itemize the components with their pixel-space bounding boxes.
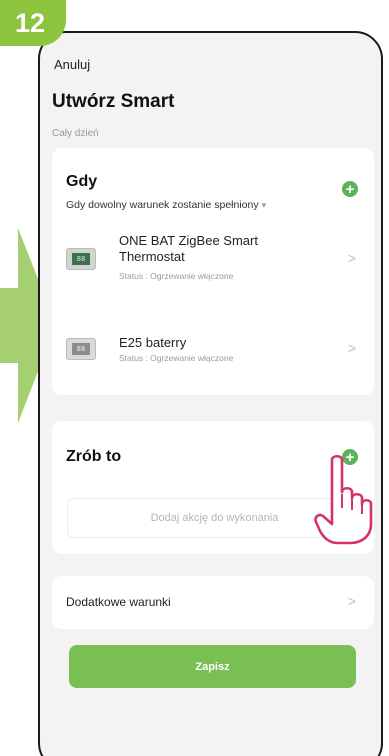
when-section-title: Gdy — [66, 173, 98, 190]
chevron-down-icon: ▾ — [261, 200, 267, 210]
do-section-title: Zrób to — [66, 448, 122, 465]
condition-mode-selector[interactable]: Gdy dowolny warunek zostanie spełniony ▾ — [66, 199, 266, 211]
page-title: Utwórz Smart — [52, 91, 175, 112]
device-name: E25 baterry — [119, 335, 187, 350]
extra-conditions-row[interactable]: Dodatkowe warunki > — [52, 576, 374, 629]
thermostat-display: 88 — [72, 253, 90, 265]
device-status: Status : Ogrzewanie włączone — [119, 271, 234, 281]
thermostat-thumbnail-icon: 88 — [66, 248, 96, 270]
condition-device-row[interactable]: 88 ONE BAT ZigBee Smart Thermostat Statu… — [52, 233, 374, 293]
when-card: Gdy + Gdy dowolny warunek zostanie spełn… — [52, 148, 374, 395]
save-button[interactable]: Zapisz — [69, 645, 356, 688]
condition-device-row[interactable]: 88 E25 baterry Status : Ogrzewanie włącz… — [52, 325, 374, 385]
chevron-right-icon: > — [347, 593, 356, 609]
thermostat-display: 88 — [72, 343, 90, 355]
device-name: ONE BAT ZigBee Smart Thermostat — [119, 233, 258, 264]
phone-frame: Anuluj Utwórz Smart Cały dzień Gdy + Gdy… — [38, 31, 383, 756]
device-status: Status : Ogrzewanie włączone — [119, 353, 234, 363]
step-number-badge: 12 — [0, 0, 66, 46]
chevron-right-icon: > — [347, 340, 356, 356]
condition-mode-label: Gdy dowolny warunek zostanie spełniony — [66, 199, 259, 211]
create-smart-screen: Anuluj Utwórz Smart Cały dzień Gdy + Gdy… — [40, 33, 381, 756]
plus-circle-icon: + — [345, 180, 355, 198]
chevron-right-icon: > — [347, 250, 356, 266]
step-number: 12 — [14, 7, 46, 38]
thermostat-thumbnail-icon: 88 — [66, 338, 96, 360]
schedule-subtitle: Cały dzień — [52, 128, 99, 139]
cancel-button[interactable]: Anuluj — [54, 57, 90, 72]
extra-conditions-label: Dodatkowe warunki — [66, 595, 171, 609]
add-condition-button[interactable]: + — [342, 181, 358, 197]
hand-pointer-icon — [314, 454, 373, 545]
